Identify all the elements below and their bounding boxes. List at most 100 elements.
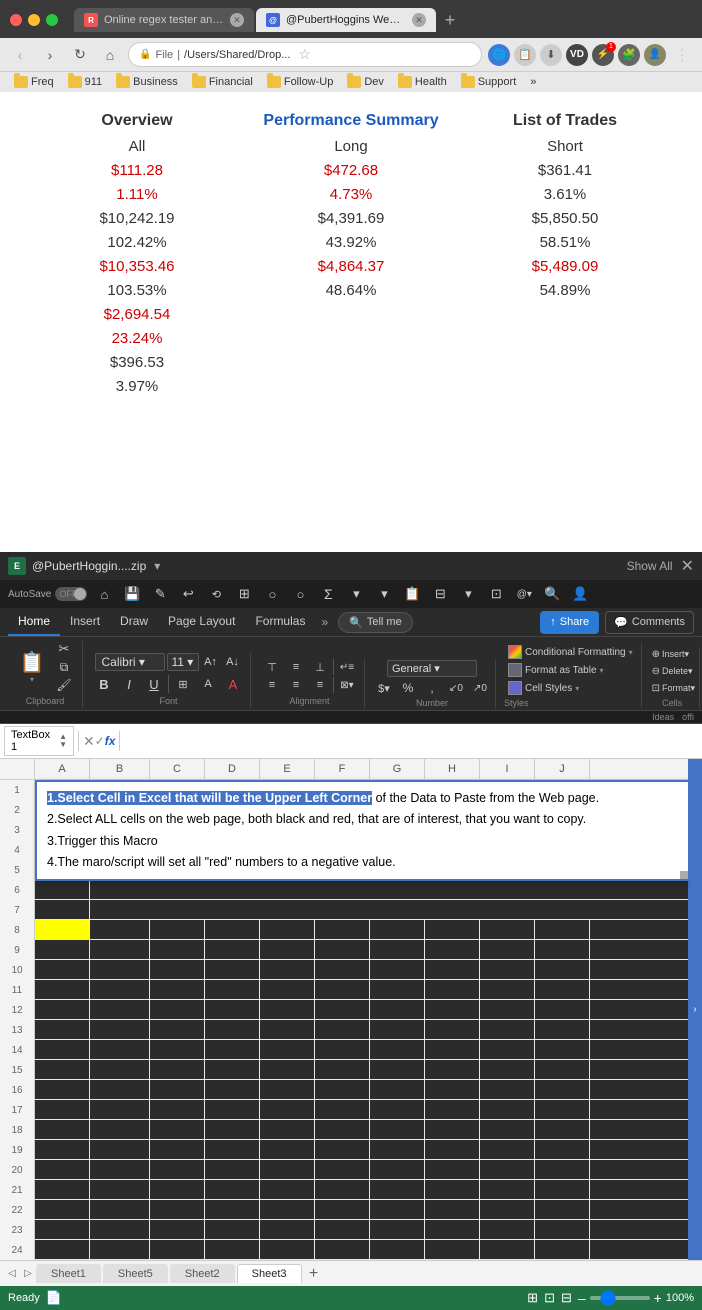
cell-J20[interactable] bbox=[535, 1160, 590, 1180]
cell-F21[interactable] bbox=[315, 1180, 370, 1200]
cell-D11[interactable] bbox=[205, 980, 260, 1000]
search-toolbar-icon[interactable]: 🔍 bbox=[541, 583, 563, 605]
cell-D10[interactable] bbox=[205, 960, 260, 980]
cell-J22[interactable] bbox=[535, 1200, 590, 1220]
bookmark-freq[interactable]: Freq bbox=[8, 74, 60, 90]
cell-B24[interactable] bbox=[90, 1240, 150, 1260]
insert-cell-button[interactable]: ⊕ Insert▾ bbox=[650, 647, 695, 661]
conditional-formatting-button[interactable]: Conditional Formatting ▾ bbox=[504, 643, 637, 661]
cell-F20[interactable] bbox=[315, 1160, 370, 1180]
cell-B10[interactable] bbox=[90, 960, 150, 980]
cell-H24[interactable] bbox=[425, 1240, 480, 1260]
cell-G21[interactable] bbox=[370, 1180, 425, 1200]
cell-D20[interactable] bbox=[205, 1160, 260, 1180]
cell-A16[interactable] bbox=[35, 1080, 90, 1100]
cell-E23[interactable] bbox=[260, 1220, 315, 1240]
cell-I17[interactable] bbox=[480, 1100, 535, 1120]
cancel-formula-button[interactable]: ✕ bbox=[83, 733, 95, 750]
cell-C18[interactable] bbox=[150, 1120, 205, 1140]
cell-H14[interactable] bbox=[425, 1040, 480, 1060]
cell-F14[interactable] bbox=[315, 1040, 370, 1060]
cell-B22[interactable] bbox=[90, 1200, 150, 1220]
cell-ref-down-arrow[interactable]: ▼ bbox=[59, 741, 67, 749]
tab-insert[interactable]: Insert bbox=[60, 608, 110, 636]
cell-A8[interactable] bbox=[35, 920, 90, 940]
browser-tab-1[interactable]: R Online regex tester and debug... ✕ bbox=[74, 8, 254, 32]
wrap-text-button[interactable]: ↵≡ bbox=[336, 659, 358, 675]
format-cell-button[interactable]: ⊡ Format▾ bbox=[650, 681, 695, 695]
font-family-select[interactable]: Calibri ▾ bbox=[95, 653, 165, 671]
cell-I23[interactable] bbox=[480, 1220, 535, 1240]
bookmark-followup[interactable]: Follow-Up bbox=[261, 74, 340, 90]
cell-A20[interactable] bbox=[35, 1160, 90, 1180]
cell-C10[interactable] bbox=[150, 960, 205, 980]
cell-D8[interactable] bbox=[205, 920, 260, 940]
bookmark-health[interactable]: Health bbox=[392, 74, 453, 90]
cell-A19[interactable] bbox=[35, 1140, 90, 1160]
cell-E22[interactable] bbox=[260, 1200, 315, 1220]
increase-decimal-button[interactable]: ↗0 bbox=[469, 679, 491, 697]
cell-G12[interactable] bbox=[370, 1000, 425, 1020]
cell-C20[interactable] bbox=[150, 1160, 205, 1180]
cell-H9[interactable] bbox=[425, 940, 480, 960]
cell-C13[interactable] bbox=[150, 1020, 205, 1040]
cell-H22[interactable] bbox=[425, 1200, 480, 1220]
circle1-toolbar-icon[interactable]: ○ bbox=[261, 583, 283, 605]
cell-H10[interactable] bbox=[425, 960, 480, 980]
cell-I9[interactable] bbox=[480, 940, 535, 960]
page-break-view-button[interactable]: ⊟ bbox=[561, 1290, 572, 1306]
cell-F9[interactable] bbox=[315, 940, 370, 960]
cell-toolbar-icon[interactable]: ⊡ bbox=[485, 583, 507, 605]
cell-A9[interactable] bbox=[35, 940, 90, 960]
lightning-icon[interactable]: ⚡ bbox=[592, 44, 614, 66]
minimize-traffic-light[interactable] bbox=[28, 14, 40, 26]
add-sheet-button[interactable]: + bbox=[304, 1264, 324, 1284]
autosave-toggle-pill[interactable]: OFF bbox=[55, 587, 87, 601]
sum-toolbar-icon[interactable]: Σ bbox=[317, 583, 339, 605]
cell-A12[interactable] bbox=[35, 1000, 90, 1020]
bookmarks-more[interactable]: » bbox=[524, 74, 542, 90]
cell-A17[interactable] bbox=[35, 1100, 90, 1120]
cell-F17[interactable] bbox=[315, 1100, 370, 1120]
cell-G17[interactable] bbox=[370, 1100, 425, 1120]
tabs-more[interactable]: » bbox=[315, 609, 334, 635]
cell-B18[interactable] bbox=[90, 1120, 150, 1140]
cell-C17[interactable] bbox=[150, 1100, 205, 1120]
bookmark-star-icon[interactable]: ☆ bbox=[298, 46, 311, 63]
grid-toolbar-icon[interactable]: ⊞ bbox=[233, 583, 255, 605]
home-button[interactable]: ⌂ bbox=[98, 43, 122, 67]
sheet-tab-2[interactable]: Sheet2 bbox=[170, 1264, 235, 1283]
cell-A14[interactable] bbox=[35, 1040, 90, 1060]
undo-toolbar-icon[interactable]: ↩ bbox=[177, 583, 199, 605]
cell-H21[interactable] bbox=[425, 1180, 480, 1200]
tab1-close[interactable]: ✕ bbox=[230, 13, 244, 27]
clipboard-toolbar-icon[interactable]: 📋 bbox=[401, 583, 423, 605]
cell-E15[interactable] bbox=[260, 1060, 315, 1080]
fill-color-button[interactable]: A bbox=[197, 675, 219, 693]
cell-D21[interactable] bbox=[205, 1180, 260, 1200]
cell-I10[interactable] bbox=[480, 960, 535, 980]
at-toolbar-icon[interactable]: @▾ bbox=[513, 583, 535, 605]
cell-I11[interactable] bbox=[480, 980, 535, 1000]
number-format-select[interactable]: General ▾ bbox=[387, 660, 477, 677]
cell-G20[interactable] bbox=[370, 1160, 425, 1180]
zoom-slider[interactable] bbox=[590, 1296, 650, 1300]
user-toolbar-icon[interactable]: 👤 bbox=[569, 583, 591, 605]
filter2-toolbar-icon[interactable]: ▾ bbox=[373, 583, 395, 605]
resize-handle[interactable] bbox=[680, 871, 688, 879]
cell-I21[interactable] bbox=[480, 1180, 535, 1200]
sheet-tab-5[interactable]: Sheet5 bbox=[103, 1264, 168, 1283]
cell-J23[interactable] bbox=[535, 1220, 590, 1240]
cell-B12[interactable] bbox=[90, 1000, 150, 1020]
cell-I22[interactable] bbox=[480, 1200, 535, 1220]
cell-reference-box[interactable]: TextBox 1 ▲ ▼ bbox=[4, 726, 74, 756]
edit-toolbar-icon[interactable]: ✎ bbox=[149, 583, 171, 605]
cell-J15[interactable] bbox=[535, 1060, 590, 1080]
decrease-font-button[interactable]: A↓ bbox=[223, 653, 243, 671]
cell-E18[interactable] bbox=[260, 1120, 315, 1140]
cell-F12[interactable] bbox=[315, 1000, 370, 1020]
align-bottom-button[interactable]: ⊥ bbox=[309, 659, 331, 675]
share-extension-icon[interactable]: 🌐 bbox=[488, 44, 510, 66]
bold-button[interactable]: B bbox=[93, 675, 115, 693]
share-button[interactable]: ↑ Share bbox=[540, 611, 599, 634]
